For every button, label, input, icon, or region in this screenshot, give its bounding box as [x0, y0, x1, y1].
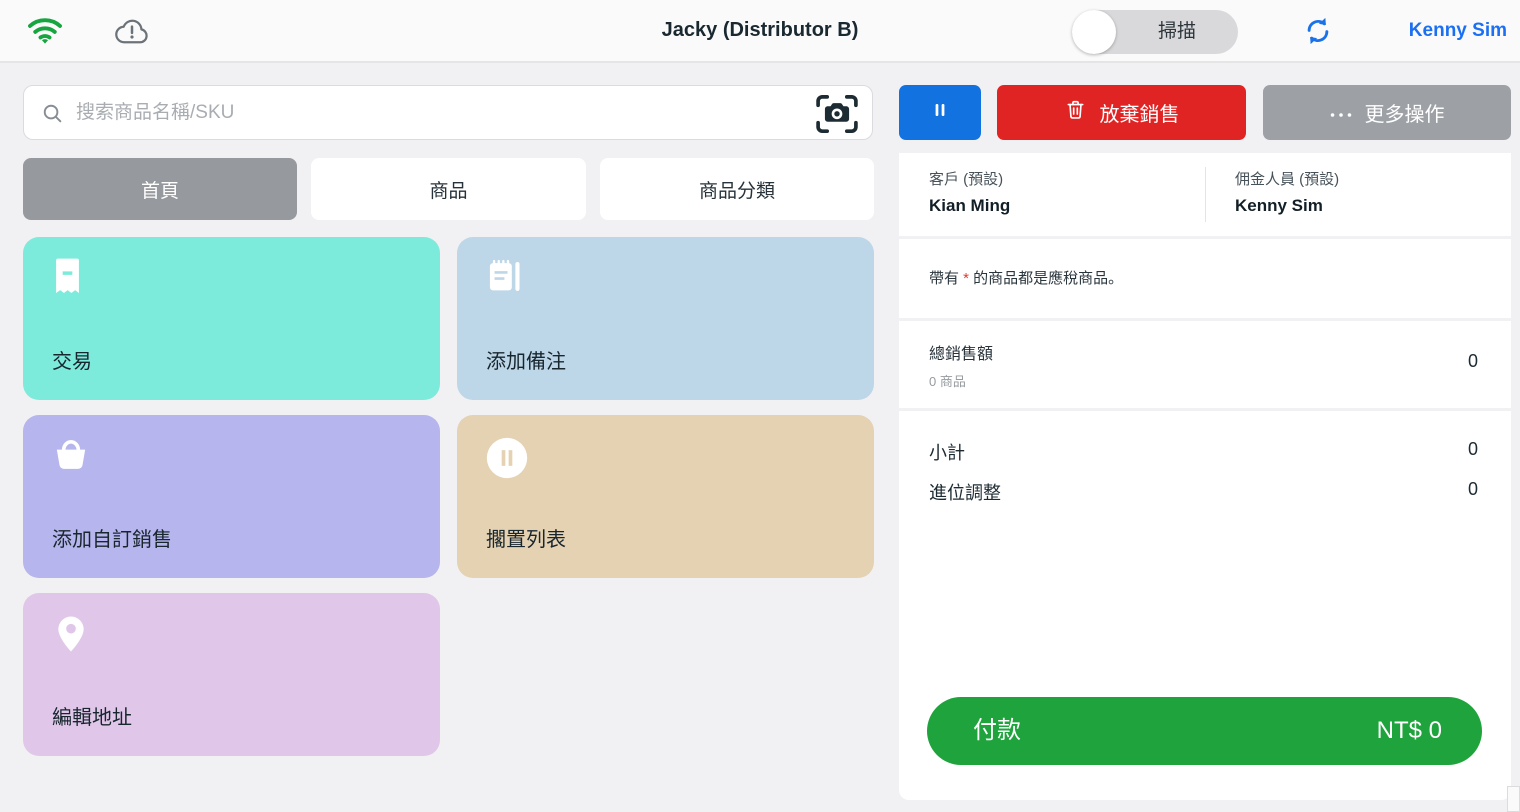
discard-sale-label: 放棄銷售 [1100, 98, 1180, 127]
tile-edit-address-label: 編輯地址 [52, 701, 132, 730]
customer-label: 客戶 (預設) [929, 168, 1010, 189]
total-sales-value: 0 [1468, 351, 1478, 372]
commission-label: 佣金人員 (預設) [1235, 168, 1339, 189]
tile-hold-list[interactable]: 擱置列表 [457, 415, 874, 578]
tax-note-prefix: 帶有 [929, 270, 963, 287]
tab-categories-label: 商品分類 [699, 176, 775, 203]
receipt-icon [51, 258, 84, 300]
subtotal-value: 0 [1468, 439, 1478, 460]
tab-products[interactable]: 商品 [311, 158, 586, 220]
pay-button[interactable]: 付款 NT$ 0 [927, 697, 1482, 765]
summary-card: 小計 0 進位調整 0 付款 NT$ 0 [899, 411, 1511, 800]
pause-icon [929, 99, 951, 127]
window-title: Jacky (Distributor B) [0, 19, 1520, 42]
tab-home[interactable]: 首頁 [23, 158, 297, 220]
pause-sale-button[interactable] [899, 85, 981, 140]
vertical-divider [1205, 167, 1206, 222]
search-input[interactable] [76, 86, 766, 139]
tile-hold-list-label: 擱置列表 [486, 523, 566, 552]
pay-button-label: 付款 [973, 697, 1021, 765]
tile-add-note-label: 添加備注 [486, 345, 566, 374]
product-search-bar [23, 85, 873, 140]
camera-scan-icon[interactable] [812, 92, 862, 135]
sync-refresh-icon[interactable] [1303, 16, 1333, 46]
tab-home-label: 首頁 [141, 176, 179, 203]
tab-products-label: 商品 [429, 176, 467, 203]
tile-add-custom-sale-label: 添加自訂銷售 [52, 523, 172, 552]
more-actions-label: 更多操作 [1365, 98, 1445, 127]
scan-toggle[interactable]: 掃描 [1072, 10, 1238, 54]
customer-name: Kian Ming [929, 196, 1010, 216]
pay-button-amount: NT$ 0 [1377, 697, 1442, 765]
discard-sale-button[interactable]: 放棄銷售 [997, 85, 1246, 140]
tab-categories[interactable]: 商品分類 [600, 158, 874, 220]
total-sales-card: 總銷售額 0 商品 0 [899, 321, 1511, 408]
customer-card: 客戶 (預設) Kian Ming 佣金人員 (預設) Kenny Sim [899, 153, 1511, 236]
tile-add-note[interactable]: 添加備注 [457, 237, 874, 400]
notes-icon [485, 258, 522, 300]
subtotal-label: 小計 [929, 439, 965, 465]
commission-name: Kenny Sim [1235, 196, 1339, 216]
tax-note-card: 帶有 * 的商品都是應稅商品。 [899, 239, 1511, 318]
total-items-count: 0 商品 [929, 371, 993, 390]
total-sales-label: 總銷售額 [929, 340, 993, 364]
rounding-value: 0 [1468, 479, 1478, 500]
user-account-link[interactable]: Kenny Sim [1409, 20, 1507, 42]
tile-transactions-label: 交易 [52, 345, 92, 374]
tile-add-custom-sale[interactable]: 添加自訂銷售 [23, 415, 440, 578]
customer-field[interactable]: 客戶 (預設) Kian Ming [929, 168, 1010, 216]
tax-note-suffix: 的商品都是應稅商品。 [969, 270, 1123, 287]
search-icon [41, 102, 64, 130]
tax-note: 帶有 * 的商品都是應稅商品。 [929, 267, 1123, 288]
rounding-label: 進位調整 [929, 479, 1001, 505]
scan-toggle-label: 掃描 [1116, 10, 1238, 54]
scrollbar-corner[interactable] [1507, 786, 1520, 812]
more-actions-button[interactable]: 更多操作 [1263, 85, 1511, 140]
ellipsis-icon [1330, 101, 1352, 124]
trash-icon [1064, 98, 1087, 127]
location-pin-icon [51, 614, 91, 659]
pause-circle-icon [485, 436, 529, 485]
basket-icon [51, 436, 91, 481]
commission-field[interactable]: 佣金人員 (預設) Kenny Sim [1235, 168, 1339, 216]
tile-edit-address[interactable]: 編輯地址 [23, 593, 440, 756]
tile-transactions[interactable]: 交易 [23, 237, 440, 400]
scan-toggle-knob[interactable] [1072, 10, 1116, 54]
